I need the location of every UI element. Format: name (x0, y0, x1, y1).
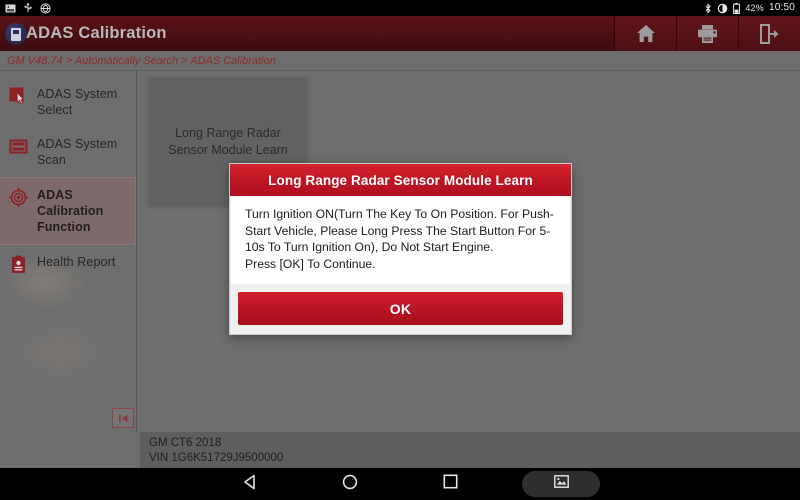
dialog-title: Long Range Radar Sensor Module Learn (230, 164, 571, 196)
page-title: ADAS Calibration (26, 24, 167, 42)
header-action-bar (614, 16, 800, 51)
dialog-message-secondary: Press [OK] To Continue. (245, 256, 376, 271)
print-button[interactable] (676, 16, 738, 51)
cursor-select-icon (9, 87, 28, 106)
vehicle-vin: VIN 1G6K51729J9500000 (149, 452, 284, 464)
status-bar-clock: 10:50 (768, 2, 795, 13)
android-nav-bar (0, 468, 800, 500)
breadcrumb: GM V48.74 > Automatically Search > ADAS … (0, 51, 800, 71)
sidebar-item-adas-system-select[interactable]: ADAS System Select (0, 77, 136, 127)
nav-home-button[interactable] (300, 468, 400, 500)
home-icon (636, 24, 656, 43)
sidebar-item-label: ADAS System Scan (37, 137, 118, 167)
status-bar-right-icons: 42% 10:50 (704, 0, 795, 16)
screenshot-icon (5, 4, 16, 13)
back-triangle-icon (243, 474, 258, 495)
bluetooth-icon (704, 2, 712, 14)
android-status-bar: 42% 10:50 (0, 0, 800, 16)
vehicle-info-bar: GM CT6 2018 VIN 1G6K51729J9500000 (140, 432, 800, 468)
bottom-left-filler (0, 432, 140, 468)
sidebar-item-label: ADAS System Select (37, 87, 118, 117)
status-bar-left-icons (5, 2, 51, 14)
modal-dialog: Long Range Radar Sensor Module Learn Tur… (229, 163, 572, 335)
tablet-screen: 42% 10:50 ADAS Calibration GM V48.74 > A… (0, 0, 800, 500)
home-circle-icon (342, 474, 358, 495)
brightness-icon (717, 3, 728, 14)
logo-mark-shape (11, 27, 21, 41)
nav-screenshot-button[interactable] (522, 471, 600, 497)
sidebar-menu: ADAS System Select ADAS System Scan ADAS… (0, 71, 136, 295)
breadcrumb-text: GM V48.74 > Automatically Search > ADAS … (7, 54, 276, 67)
dialog-message-primary: Turn Ignition ON(Turn The Key To On Posi… (245, 207, 554, 254)
usb-icon (23, 3, 33, 13)
nav-recents-button[interactable] (400, 468, 500, 500)
sidebar-item-health-report[interactable]: Health Report (0, 245, 136, 295)
recents-square-icon (442, 474, 458, 494)
battery-icon (733, 2, 741, 14)
function-card-label: Long Range Radar Sensor Module Learn (168, 125, 288, 157)
nav-back-button[interactable] (200, 468, 300, 500)
printer-icon (697, 24, 718, 44)
dialog-ok-button[interactable]: OK (238, 292, 563, 325)
dialog-footer: OK (230, 284, 571, 334)
screenshot-pill-icon (553, 475, 569, 493)
debug-icon (40, 2, 51, 14)
sidebar-collapse-button[interactable] (112, 408, 134, 428)
vehicle-model: GM CT6 2018 (149, 437, 222, 449)
collapse-left-icon (118, 414, 127, 422)
sidebar-item-adas-calibration-function[interactable]: ADAS Calibration Function (0, 177, 136, 245)
app-header: ADAS Calibration (0, 16, 800, 51)
scan-list-icon (9, 137, 28, 156)
sidebar-item-label: ADAS Calibration Function (37, 188, 104, 234)
clipboard-report-icon (9, 255, 28, 274)
dialog-body: Turn Ignition ON(Turn The Key To On Posi… (231, 196, 570, 284)
home-button[interactable] (614, 16, 676, 51)
exit-icon (759, 23, 780, 44)
sidebar-item-label: Health Report (37, 255, 116, 269)
sidebar-item-adas-system-scan[interactable]: ADAS System Scan (0, 127, 136, 177)
battery-percent: 42% (745, 3, 764, 13)
exit-button[interactable] (738, 16, 800, 51)
sidebar: ADAS System Select ADAS System Scan ADAS… (0, 71, 137, 432)
target-crosshair-icon (9, 188, 28, 207)
